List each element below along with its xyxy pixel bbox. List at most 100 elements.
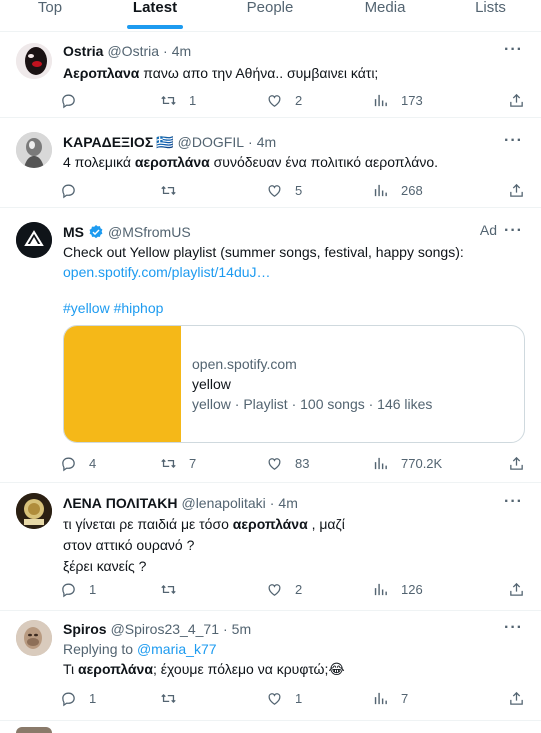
more-icon[interactable]: ··· [504,619,523,637]
tab-lists[interactable]: Lists [440,0,541,31]
like-button[interactable]: 2 [266,581,372,598]
avatar[interactable] [16,132,52,168]
username[interactable]: @MSfromUS [108,224,191,240]
tweet-text-pre: 4 πολεμικά [63,154,135,170]
retweet-icon [161,584,176,594]
username[interactable]: @Ostria [107,43,159,59]
reply-button[interactable]: 1 [60,690,160,707]
view-count: 268 [401,182,423,198]
more-icon[interactable]: ··· [504,132,523,150]
retweet-button[interactable] [160,182,266,199]
display-name[interactable]: ΛΕΝΑ ΠΟΛΙΤΑΚΗ [63,495,177,511]
username[interactable]: @DOGFIL [178,134,244,150]
timestamp[interactable]: 4m [172,43,191,59]
share-button[interactable] [508,92,525,109]
link-card[interactable]: open.spotify.com yellow yellow · Playlis… [63,325,525,443]
tweet[interactable]: Ostria @Ostria · 4m ··· Αεροπλανα πανω α… [0,33,541,118]
display-name[interactable]: MS [63,224,84,240]
views-icon [374,692,387,704]
tweet[interactable]: Spiros @Spiros23_4_71 · 5m ··· Replying … [0,611,541,721]
more-icon[interactable]: ··· [504,493,523,511]
like-button[interactable]: 5 [266,182,372,199]
replying-to: Replying to @maria_k77 [63,639,525,659]
like-button[interactable]: 1 [266,690,372,707]
card-image [64,326,181,442]
share-button[interactable] [508,690,525,707]
reply-button[interactable]: 4 [60,455,160,472]
reply-button[interactable] [60,92,160,109]
replying-handle[interactable]: @maria_k77 [137,641,217,657]
highlight-term: αεροπλάνα [134,154,210,170]
tweet-text: τι γίνεται ρε παιδιά με τόσο αεροπλάνα ,… [63,514,525,577]
reply-count: 4 [89,455,97,471]
username[interactable]: @Spiros23_4_71 [111,621,219,637]
like-icon [268,457,281,470]
tab-people[interactable]: People [210,0,330,31]
tweet[interactable]: ΚΑΡΑΔΕΞΙΟΣ 🇬🇷 @DOGFIL · 4m ··· 4 πολεμικ… [0,118,541,208]
reply-button[interactable]: 1 [60,581,160,598]
tweet-actions: 5 268 [60,180,525,200]
avatar-image [16,132,52,168]
tweet-line-2: στον αττικό ουρανό ? [63,537,195,553]
tab-media[interactable]: Media [330,0,440,31]
retweet-button[interactable] [160,581,266,598]
retweet-button[interactable] [160,690,266,707]
avatar[interactable] [16,43,52,79]
tweet-line-1: τι γίνεται ρε παιδιά με τόσο αεροπλάνα ,… [63,514,525,535]
views-button[interactable]: 268 [372,182,508,199]
retweet-count: 7 [189,455,197,471]
like-icon [268,692,281,705]
like-button[interactable]: 2 [266,92,372,109]
share-button[interactable] [508,182,525,199]
reply-icon [62,457,75,471]
views-button[interactable]: 126 [372,581,508,598]
flag-emoji: 🇬🇷 [156,133,174,150]
highlight-term: Αεροπλανα [63,65,140,81]
promoted-tweet[interactable]: MS @MSfromUS Ad ··· Check out Yellow pla… [0,208,541,483]
timestamp[interactable]: 5m [232,621,251,637]
share-button[interactable] [508,581,525,598]
avatar[interactable] [16,493,52,529]
display-name[interactable]: ΚΑΡΑΔΕΞΙΟΣ [63,134,153,150]
tweet[interactable]: ΛΕΝΑ ΠΟΛΙΤΑΚΗ @lenapolitaki · 4m ··· τι … [0,483,541,611]
more-icon[interactable]: ··· [504,222,523,240]
avatar-image [16,493,52,529]
reply-icon [62,692,75,706]
next-tweet-avatar[interactable] [16,727,52,733]
username[interactable]: @lenapolitaki [181,495,265,511]
timestamp[interactable]: 4m [257,134,276,150]
retweet-button[interactable]: 1 [160,92,266,109]
active-tab-indicator [127,25,183,29]
reply-count: 1 [89,690,97,706]
more-icon[interactable]: ··· [504,41,523,59]
verified-icon [88,224,104,240]
tab-people-label: People [246,0,294,16]
tab-top[interactable]: Top [0,0,100,31]
avatar-image [16,620,52,656]
share-button[interactable] [508,455,525,472]
tab-latest[interactable]: Latest [100,0,210,31]
tab-latest-label: Latest [132,0,178,16]
ad-link[interactable]: open.spotify.com/playlist/14duJ… [63,262,525,282]
views-button[interactable]: 173 [372,92,508,109]
hashtags[interactable]: #yellow #hiphop [63,298,525,318]
views-button[interactable]: 770.2K [372,455,508,472]
tweet-text-rest: πανω απο την Αθήνα.. συμβαινει κάτι; [139,65,379,81]
share-icon [510,582,523,596]
timestamp[interactable]: 4m [278,495,297,511]
reply-button[interactable] [60,182,160,199]
views-button[interactable]: 7 [372,690,508,707]
avatar[interactable] [16,620,52,656]
like-icon [268,583,281,596]
like-button[interactable]: 83 [266,455,372,472]
display-name[interactable]: Spiros [63,621,107,637]
display-name[interactable]: Ostria [63,43,103,59]
avatar[interactable] [16,222,52,258]
tweet-line-1: Τι αεροπλάνα; έχουμε πόλεμο να κρυφτώ;😂 [63,659,525,679]
like-count: 2 [295,92,303,108]
retweet-button[interactable]: 7 [160,455,266,472]
view-count: 173 [401,92,423,108]
share-icon [510,456,523,470]
tweet-actions: 1 2 173 [60,90,525,110]
reply-icon [62,184,75,198]
